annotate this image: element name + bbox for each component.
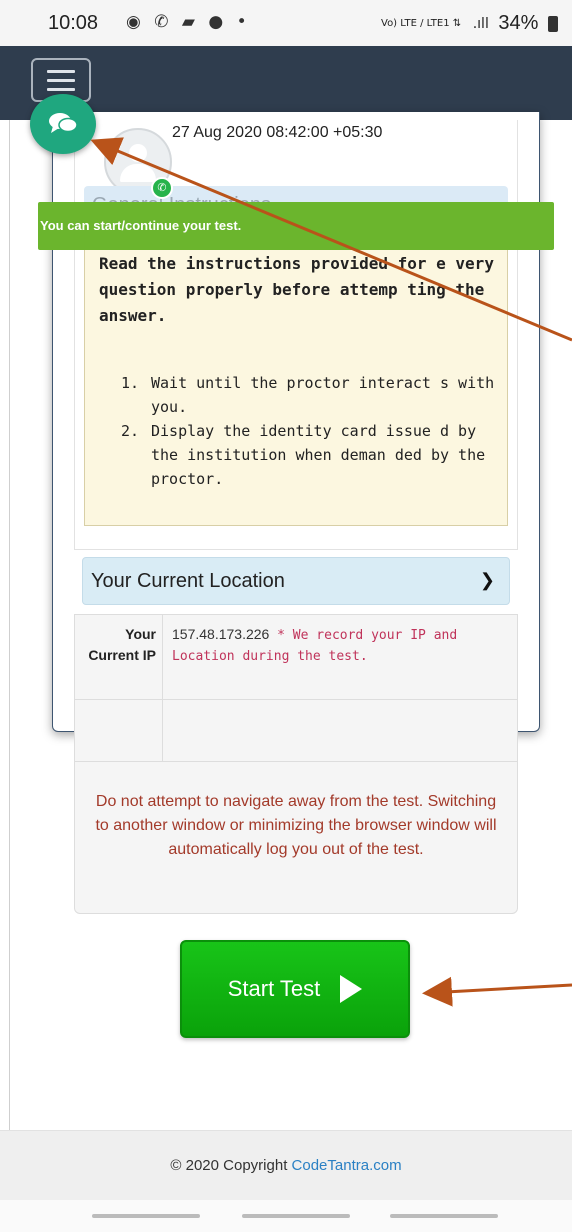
session-datetime: 27 Aug 2020 08:42:00 +05:30: [172, 124, 383, 141]
location-header[interactable]: Your Current Location ❯: [82, 557, 510, 605]
page-edge: [0, 46, 10, 1232]
chat-bubbles-icon: [49, 113, 78, 133]
menu-bar-icon: [47, 79, 75, 82]
chat-button[interactable]: [30, 94, 96, 154]
start-test-label: Start Test: [227, 976, 321, 1001]
start-test-button[interactable]: Start Test: [180, 940, 410, 1038]
chevron-down-icon: ❯: [479, 570, 495, 590]
battery-level: 34%: [498, 12, 539, 34]
instructions-box[interactable]: Read the instructions provided for e ver…: [84, 236, 508, 526]
ip-value: 157.48.173.226: [172, 626, 270, 642]
page-footer: © 2020 Copyright CodeTantra.com: [0, 1130, 572, 1200]
ip-label: Your Current IP: [88, 626, 156, 663]
instructions-lead: Read the instructions provided for e ver…: [99, 254, 494, 325]
instruction-number: 2.: [121, 422, 140, 440]
navigation-warning: Do not attempt to navigate away from the…: [95, 793, 497, 858]
copyright-text: © 2020 Copyright CodeTantra.com: [0, 1157, 572, 1174]
status-toast: You can start/continue your test.: [38, 202, 554, 250]
copyright-label: © 2020 Copyright: [170, 1157, 292, 1174]
notification-icons: ◉ ✆ ▰ ● •: [126, 12, 251, 32]
signal-icon: .ıll: [472, 15, 489, 32]
system-nav-bar: [0, 1200, 572, 1232]
annotation-arrow-start: [422, 976, 572, 1007]
instruction-number: 1.: [121, 374, 140, 392]
instruction-item: 1. Wait until the proctor interact s wit…: [121, 371, 501, 421]
instruction-item: 2. Display the identity card issue d by …: [121, 419, 501, 499]
instruction-text: Wait until the proctor interact s with y…: [151, 374, 495, 416]
toast-message: You can start/continue your test.: [40, 218, 242, 233]
nav-handle[interactable]: [242, 1214, 350, 1218]
menu-bar-icon: [47, 88, 75, 91]
menu-bar-icon: [47, 70, 75, 73]
instruction-text: Display the identity card issue d by the…: [151, 422, 486, 488]
location-title: Your Current Location: [91, 570, 285, 592]
status-bar: 10:08 ◉ ✆ ▰ ● • Vo) LTE / LTE1 ⇅ .ıll 34…: [0, 0, 572, 46]
ip-info: 157.48.173.226 * We record your IP and L…: [172, 624, 512, 667]
codetantra-link[interactable]: CodeTantra.com: [292, 1157, 402, 1174]
avatar-head-icon: [129, 144, 147, 162]
table-row: [74, 700, 518, 762]
nav-handle[interactable]: [92, 1214, 200, 1218]
battery-icon: [548, 15, 558, 32]
nav-handle[interactable]: [390, 1214, 498, 1218]
column-divider: [162, 614, 163, 762]
avatar-body-icon: [120, 164, 156, 182]
status-right: Vo) LTE / LTE1 ⇅ .ıll 34%: [381, 12, 558, 35]
network-icon: Vo) LTE / LTE1 ⇅: [381, 17, 462, 29]
status-time: 10:08: [48, 12, 99, 34]
play-icon: [340, 975, 363, 1003]
whatsapp-icon: ✆: [151, 177, 173, 199]
